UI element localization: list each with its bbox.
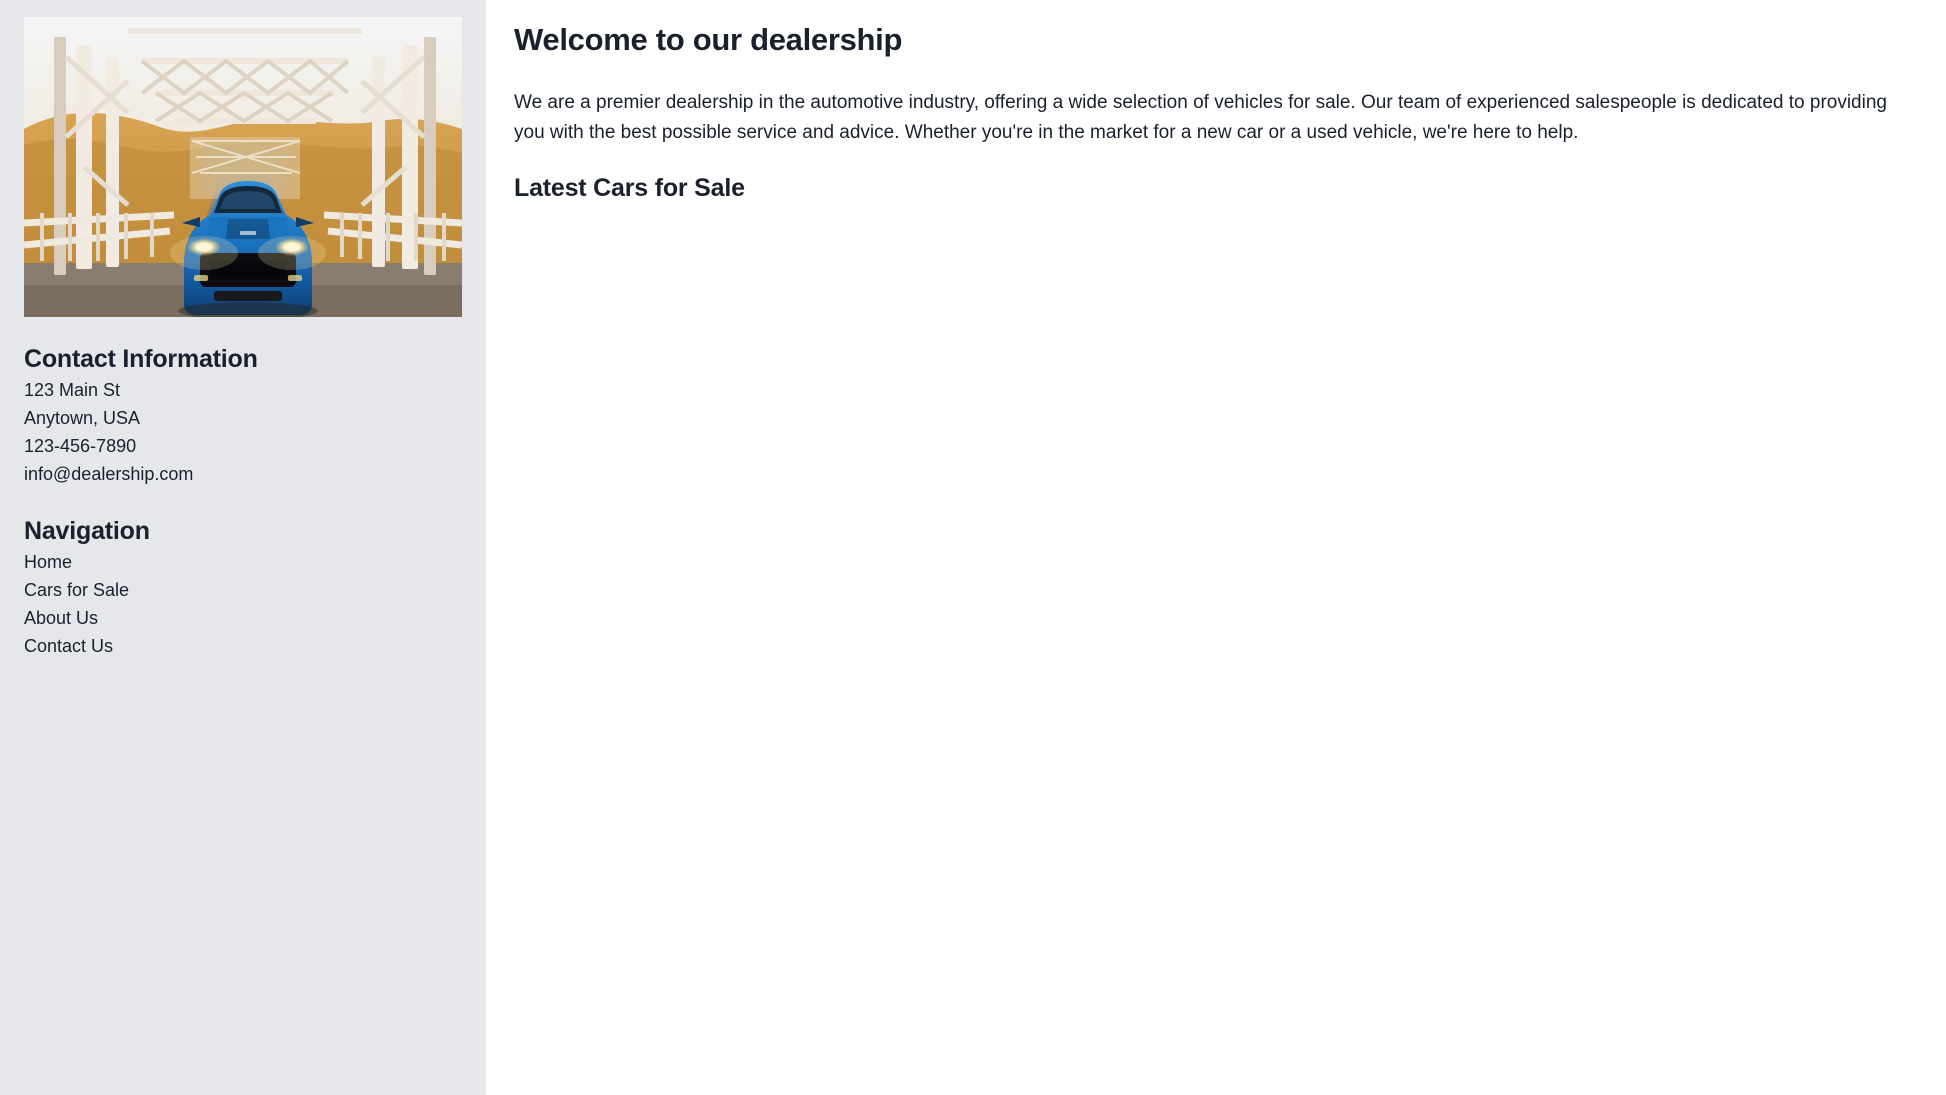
sidebar-navigation: Navigation Home Cars for Sale About Us C… [24, 516, 462, 661]
nav-link-home[interactable]: Home [24, 552, 72, 572]
contact-email: info@dealership.com [24, 463, 194, 484]
nav-item-about-us[interactable]: About Us [24, 605, 462, 633]
page-title: Welcome to our dealership [514, 22, 903, 57]
hero-car-bridge-image [24, 17, 462, 317]
contact-information-section: Contact Information 123 Main St Anytown,… [24, 344, 462, 489]
nav-item-home[interactable]: Home [24, 549, 462, 577]
contact-address-line-1: 123 Main St [24, 380, 121, 401]
nav-link-cars-for-sale[interactable]: Cars for Sale [24, 580, 129, 600]
nav-item-contact-us[interactable]: Contact Us [24, 633, 462, 661]
intro-paragraph: We are a premier dealership in the autom… [514, 92, 1887, 143]
car-on-bridge-photo-icon [24, 17, 462, 317]
contact-information-heading: Contact Information [24, 345, 258, 373]
navigation-list: Home Cars for Sale About Us Contact Us [24, 549, 462, 661]
navigation-heading: Navigation [24, 516, 150, 545]
main-content: Welcome to our dealership We are a premi… [486, 0, 1946, 1095]
latest-cars-heading: Latest Cars for Sale [514, 174, 745, 203]
nav-item-cars-for-sale[interactable]: Cars for Sale [24, 577, 462, 605]
contact-phone: 123-456-7890 [24, 436, 137, 457]
sidebar: Contact Information 123 Main St Anytown,… [0, 0, 486, 1095]
contact-address-line-2: Anytown, USA [24, 408, 141, 429]
nav-link-contact-us[interactable]: Contact Us [24, 636, 113, 656]
nav-link-about-us[interactable]: About Us [24, 608, 98, 628]
